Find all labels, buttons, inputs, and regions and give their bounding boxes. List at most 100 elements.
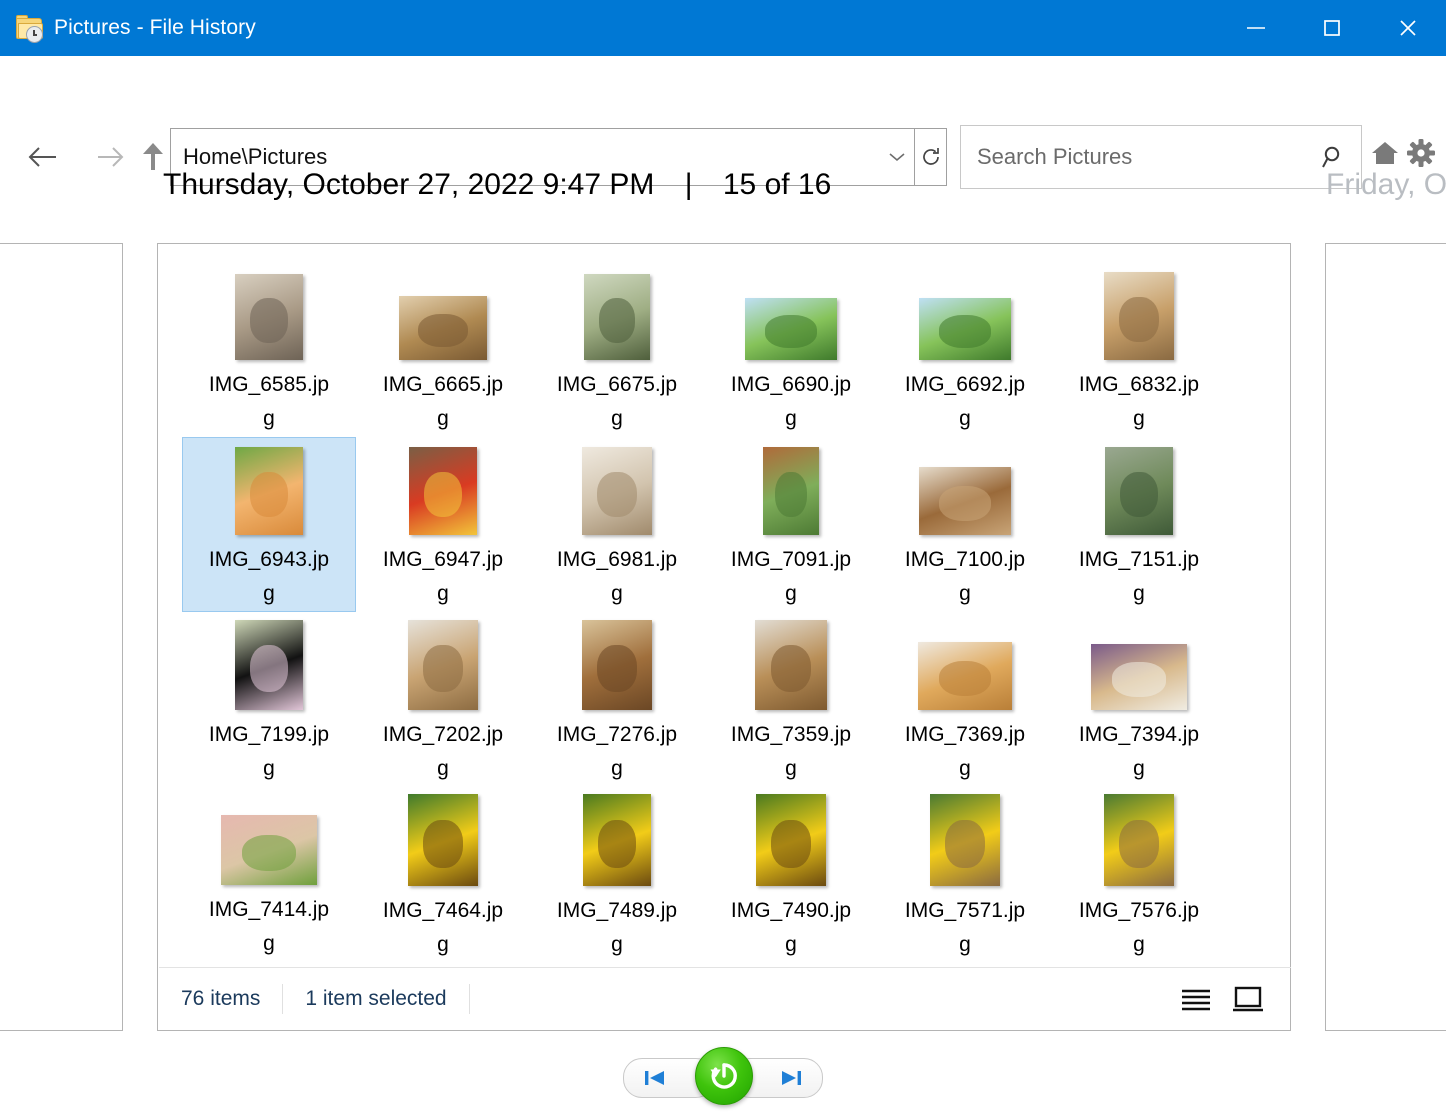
search-input[interactable]: Search Pictures [960, 125, 1362, 189]
file-tile[interactable]: IMG_7276.jpg [530, 612, 704, 787]
file-name-label: IMG_6943.jpg [204, 543, 334, 611]
file-list-panel: IMG_6585.jpg IMG_6665.jpg IMG_6675.jpg IMG_… [157, 243, 1291, 1031]
file-name-label: IMG_7091.jpg [726, 543, 856, 611]
file-tile[interactable]: IMG_7202.jpg [356, 612, 530, 787]
next-version-icon [778, 1067, 804, 1089]
file-tile[interactable]: IMG_7091.jpg [704, 437, 878, 612]
window-title: Pictures - File History [54, 16, 256, 40]
file-name-label: IMG_7199.jpg [204, 718, 334, 786]
previous-version-icon [642, 1067, 668, 1089]
thumbnail-wrapper [399, 269, 487, 360]
thumbnail-image [408, 620, 478, 710]
address-value: Home\Pictures [183, 144, 880, 170]
date-header-date: Thursday, October 27, 2022 9:47 PM [163, 168, 654, 201]
thumbnail-image [235, 274, 303, 360]
file-tile[interactable]: IMG_7359.jpg [704, 612, 878, 787]
maximize-button[interactable] [1294, 0, 1370, 56]
thumbnail-wrapper [763, 444, 819, 535]
thumbnail-wrapper [1105, 444, 1173, 535]
restore-button[interactable] [695, 1047, 753, 1105]
file-name-label: IMG_7490.jpg [726, 894, 856, 962]
back-button[interactable] [20, 134, 66, 180]
file-name-label: IMG_6832.jpg [1074, 368, 1204, 436]
thumbnail-image [583, 794, 651, 886]
date-header: Thursday, October 27, 2022 9:47 PM | 15 … [163, 168, 831, 202]
thumbnail-image [763, 447, 819, 535]
date-header-counter: 15 of 16 [723, 168, 831, 201]
file-name-label: IMG_6981.jpg [552, 543, 682, 611]
file-tile[interactable]: IMG_6947.jpg [356, 437, 530, 612]
thumbnail-wrapper [408, 619, 478, 710]
file-tile[interactable]: IMG_7369.jpg [878, 612, 1052, 787]
file-tile[interactable]: IMG_7464.jpg [356, 787, 530, 962]
file-tile[interactable]: IMG_6692.jpg [878, 262, 1052, 437]
thumbnail-wrapper [1104, 794, 1174, 886]
file-grid: IMG_6585.jpg IMG_6665.jpg IMG_6675.jpg IMG_… [182, 262, 1268, 962]
file-tile[interactable]: IMG_7576.jpg [1052, 787, 1226, 962]
refresh-button[interactable] [915, 128, 947, 186]
file-tile[interactable]: IMG_6981.jpg [530, 437, 704, 612]
thumbnail-image [584, 274, 650, 360]
thumbnail-wrapper [582, 444, 652, 535]
restore-icon [707, 1059, 741, 1093]
file-tile[interactable]: IMG_6832.jpg [1052, 262, 1226, 437]
thumbnail-image [1105, 447, 1173, 535]
arrow-left-icon [25, 142, 61, 172]
file-name-label: IMG_6690.jpg [726, 368, 856, 436]
file-name-label: IMG_6675.jpg [552, 368, 682, 436]
file-tile[interactable]: IMG_6675.jpg [530, 262, 704, 437]
thumbnail-image [755, 620, 827, 710]
date-header-separator: | [685, 168, 693, 202]
file-tile[interactable]: IMG_7571.jpg [878, 787, 1052, 962]
file-name-label: IMG_6665.jpg [378, 368, 508, 436]
thumbnail-wrapper [584, 269, 650, 360]
thumbnail-image [235, 620, 303, 710]
close-button[interactable] [1370, 0, 1446, 56]
thumbnail-image [745, 298, 837, 360]
file-tile[interactable]: IMG_6585.jpg [182, 262, 356, 437]
status-divider-2 [469, 984, 470, 1014]
thumbnail-wrapper [919, 444, 1011, 535]
file-tile[interactable]: IMG_7489.jpg [530, 787, 704, 962]
previous-version-panel[interactable] [0, 243, 123, 1031]
list-view-icon[interactable] [1175, 978, 1217, 1020]
thumbnail-wrapper [582, 619, 652, 710]
caption-buttons [1218, 0, 1446, 56]
file-name-label: IMG_6585.jpg [204, 368, 334, 436]
file-tile[interactable]: IMG_7414.jpg [182, 787, 356, 962]
thumbnail-image [409, 447, 477, 535]
file-name-label: IMG_7151.jpg [1074, 543, 1204, 611]
file-name-label: IMG_7369.jpg [900, 718, 1030, 786]
forward-button[interactable] [88, 134, 134, 180]
file-tile[interactable]: IMG_6665.jpg [356, 262, 530, 437]
thumbnail-image [221, 815, 317, 885]
file-tile[interactable]: IMG_7100.jpg [878, 437, 1052, 612]
file-name-label: IMG_7489.jpg [552, 894, 682, 962]
minimize-button[interactable] [1218, 0, 1294, 56]
thumbnail-wrapper [918, 619, 1012, 710]
next-date-header: Friday, O [1326, 168, 1446, 202]
file-tile[interactable]: IMG_7394.jpg [1052, 612, 1226, 787]
folder-history-icon [14, 14, 44, 42]
thumbnail-image [919, 467, 1011, 535]
thumbnail-wrapper [755, 619, 827, 710]
file-name-label: IMG_7571.jpg [900, 894, 1030, 962]
file-tile[interactable]: IMG_6690.jpg [704, 262, 878, 437]
file-tile[interactable]: IMG_7199.jpg [182, 612, 356, 787]
thumbnail-image [399, 296, 487, 360]
thumbnail-image [919, 298, 1011, 360]
file-name-label: IMG_7100.jpg [900, 543, 1030, 611]
thumbnail-image [1104, 794, 1174, 886]
file-tile[interactable]: IMG_7151.jpg [1052, 437, 1226, 612]
thumbnail-wrapper [409, 444, 477, 535]
file-tile[interactable]: IMG_7490.jpg [704, 787, 878, 962]
search-icon[interactable] [1307, 144, 1361, 170]
chevron-down-icon[interactable] [880, 151, 914, 163]
thumbnail-image [582, 447, 652, 535]
file-name-label: IMG_7359.jpg [726, 718, 856, 786]
refresh-icon [920, 146, 942, 168]
large-icons-view-icon[interactable] [1227, 978, 1269, 1020]
next-version-panel[interactable] [1325, 243, 1446, 1031]
title-bar: Pictures - File History [0, 0, 1446, 56]
file-tile-selected[interactable]: IMG_6943.jpg [182, 437, 356, 612]
